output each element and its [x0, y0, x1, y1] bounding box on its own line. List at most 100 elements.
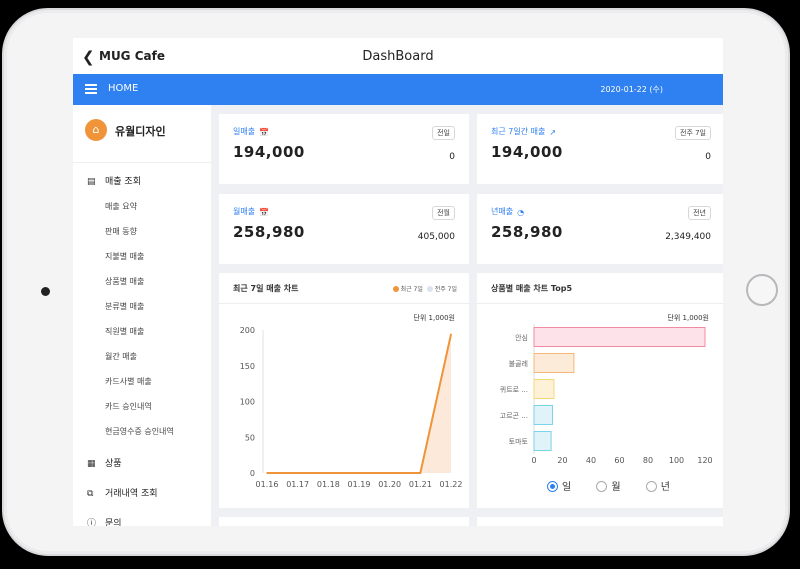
bar-chart-icon: ▤: [87, 177, 96, 187]
daily-sales-card[interactable]: 일매출 📅 전일 194,000 0: [219, 114, 469, 184]
bottom-card: [477, 517, 723, 526]
sidebar-item-label: 거래내역 조회: [105, 489, 158, 499]
x-tick-label: 01.17: [286, 480, 309, 489]
card-compare-value: 2,349,400: [665, 232, 711, 242]
data-point: [296, 472, 299, 474]
sidebar-item-label: 문의: [105, 519, 122, 526]
card-label: 년매출 ◔: [491, 206, 527, 217]
card-label: 일매출 📅: [233, 127, 270, 137]
bar: [533, 353, 575, 373]
card-compare-value: 0: [449, 152, 455, 162]
weekly-sales-chart-panel: 최근 7일 매출 차트 최근 7일 전주 7일 단위 1,000원 0 50 100…: [219, 273, 469, 508]
x-tick-label: 01.20: [378, 480, 401, 489]
data-point: [450, 333, 452, 336]
pie-chart-icon: ◔: [517, 208, 525, 217]
brand-name: 유월디자인: [115, 125, 166, 138]
sidebar-subitem[interactable]: 월간 매출: [105, 351, 137, 362]
title-bar: ❮ MUG Cafe DashBoard: [73, 38, 723, 74]
y-tick-label: 200: [240, 326, 255, 335]
period-selector: 일 월 년: [547, 478, 670, 493]
x-tick-label: 100: [669, 456, 684, 465]
card-compare-value: 0: [705, 152, 711, 162]
radio-daily[interactable]: 일: [547, 481, 571, 493]
y-tick-label: 0: [250, 469, 255, 478]
app-screen: ❮ MUG Cafe DashBoard HOME 2020-01-22 (수)…: [73, 38, 723, 526]
x-tick-label: 60: [614, 456, 624, 465]
card-compare-value: 405,000: [417, 232, 455, 242]
card-value: 194,000: [233, 143, 305, 161]
page-title: DashBoard: [362, 49, 434, 64]
bar-chart: 0 20 40 60 80 100 120 안심불골레퀴트로 ... 고르곤 ... 토마토: [500, 324, 713, 465]
x-tick-label: 120: [697, 456, 712, 465]
compare-badge: 전년: [688, 206, 711, 220]
card-value: 194,000: [491, 143, 563, 161]
sidebar: ⌂ 유월디자인 ▤ 매출 조회 ▦ 상품 ⧉ 거래내역 조회 ⓘ 문의 매출 요약판매 …: [73, 105, 211, 526]
sidebar-subitem[interactable]: 카드사별 매출: [105, 376, 152, 387]
sidebar-subitem[interactable]: 판매 동향: [105, 226, 137, 237]
sidebar-item-inquiry[interactable]: ⓘ 문의: [87, 516, 122, 526]
radio-monthly[interactable]: 월: [596, 481, 621, 493]
weekly-sales-card[interactable]: 최근 7일간 매출 ↗ 전주 7일 194,000 0: [477, 114, 723, 184]
sidebar-subitem[interactable]: 직원별 매출: [105, 326, 144, 337]
sidebar-item-transactions[interactable]: ⧉ 거래내역 조회: [87, 486, 158, 499]
bar: [533, 405, 554, 425]
x-tick-label: 01.16: [256, 480, 279, 489]
radio-icon: [596, 481, 608, 492]
nav-home-label[interactable]: HOME: [108, 83, 138, 94]
compare-badge: 전주 7일: [675, 126, 711, 140]
x-tick-label: 40: [586, 456, 596, 465]
sidebar-subitem[interactable]: 분류별 매출: [105, 301, 144, 312]
monthly-sales-card[interactable]: 월매출 📅 전월 258,980 405,000: [219, 194, 469, 264]
compare-badge: 전월: [432, 206, 455, 220]
sidebar-item-sales[interactable]: ▤ 매출 조회: [87, 174, 141, 187]
x-tick-label: 01.19: [348, 480, 371, 489]
current-date: 2020-01-22 (수): [600, 85, 663, 94]
data-point: [327, 472, 330, 474]
y-tick-label: 고르곤 ...: [500, 412, 528, 420]
bottom-card: [219, 517, 469, 526]
bar: [533, 327, 706, 347]
home-button[interactable]: [746, 274, 778, 306]
x-tick-label: 01.18: [317, 480, 340, 489]
data-point: [266, 472, 268, 474]
data-point: [388, 472, 391, 474]
radio-yearly[interactable]: 년: [645, 481, 670, 493]
line-chart-icon: ↗: [549, 128, 557, 137]
bar: [533, 379, 555, 399]
calendar-icon: 📅: [259, 128, 270, 137]
sidebar-item-products[interactable]: ▦ 상품: [87, 456, 122, 469]
help-icon: ⓘ: [87, 519, 97, 526]
card-label: 최근 7일간 매출 ↗: [491, 126, 559, 137]
x-tick-label: 80: [643, 456, 653, 465]
y-tick-label: 150: [240, 362, 255, 371]
divider: [73, 162, 211, 163]
top5-products-chart-panel: 상품별 매출 차트 Top5 단위 1,000원 0 20 40 60 80 100 120…: [477, 273, 723, 508]
nav-bar: HOME 2020-01-22 (수): [73, 74, 723, 105]
sidebar-subitem[interactable]: 카드 승인내역: [105, 401, 152, 412]
y-tick-label: 불골레: [509, 359, 528, 368]
line-chart: 0 50 100 150 200 01.16 01.17 01.18 01.19 01.20 01.…: [240, 326, 463, 489]
sidebar-subitem[interactable]: 지불별 매출: [105, 251, 144, 262]
data-point: [419, 472, 422, 474]
hamburger-icon[interactable]: [85, 84, 97, 94]
grid-icon: ▦: [87, 459, 96, 469]
camera-icon: [41, 287, 50, 296]
compare-badge: 전일: [432, 126, 455, 140]
sidebar-subitem[interactable]: 현금영수증 승인내역: [105, 426, 174, 437]
series-line: [267, 334, 452, 474]
copy-icon: ⧉: [87, 489, 94, 499]
calendar-icon: 📅: [259, 208, 270, 217]
y-tick-label: 퀴트로 ...: [500, 385, 528, 394]
yearly-sales-card[interactable]: 년매출 ◔ 전년 258,980 2,349,400: [477, 194, 723, 264]
card-label: 월매출 📅: [233, 207, 270, 217]
x-tick-label: 01.22: [440, 480, 463, 489]
sidebar-item-label: 매출 조회: [105, 177, 141, 187]
card-value: 258,980: [233, 223, 305, 241]
sidebar-item-label: 상품: [105, 459, 122, 469]
sidebar-subitem[interactable]: 상품별 매출: [105, 276, 144, 287]
home-icon: ⌂: [85, 119, 107, 141]
card-value: 258,980: [491, 223, 563, 241]
bar: [533, 431, 552, 451]
x-tick-label: 01.21: [409, 480, 432, 489]
sidebar-subitem[interactable]: 매출 요약: [105, 201, 137, 212]
